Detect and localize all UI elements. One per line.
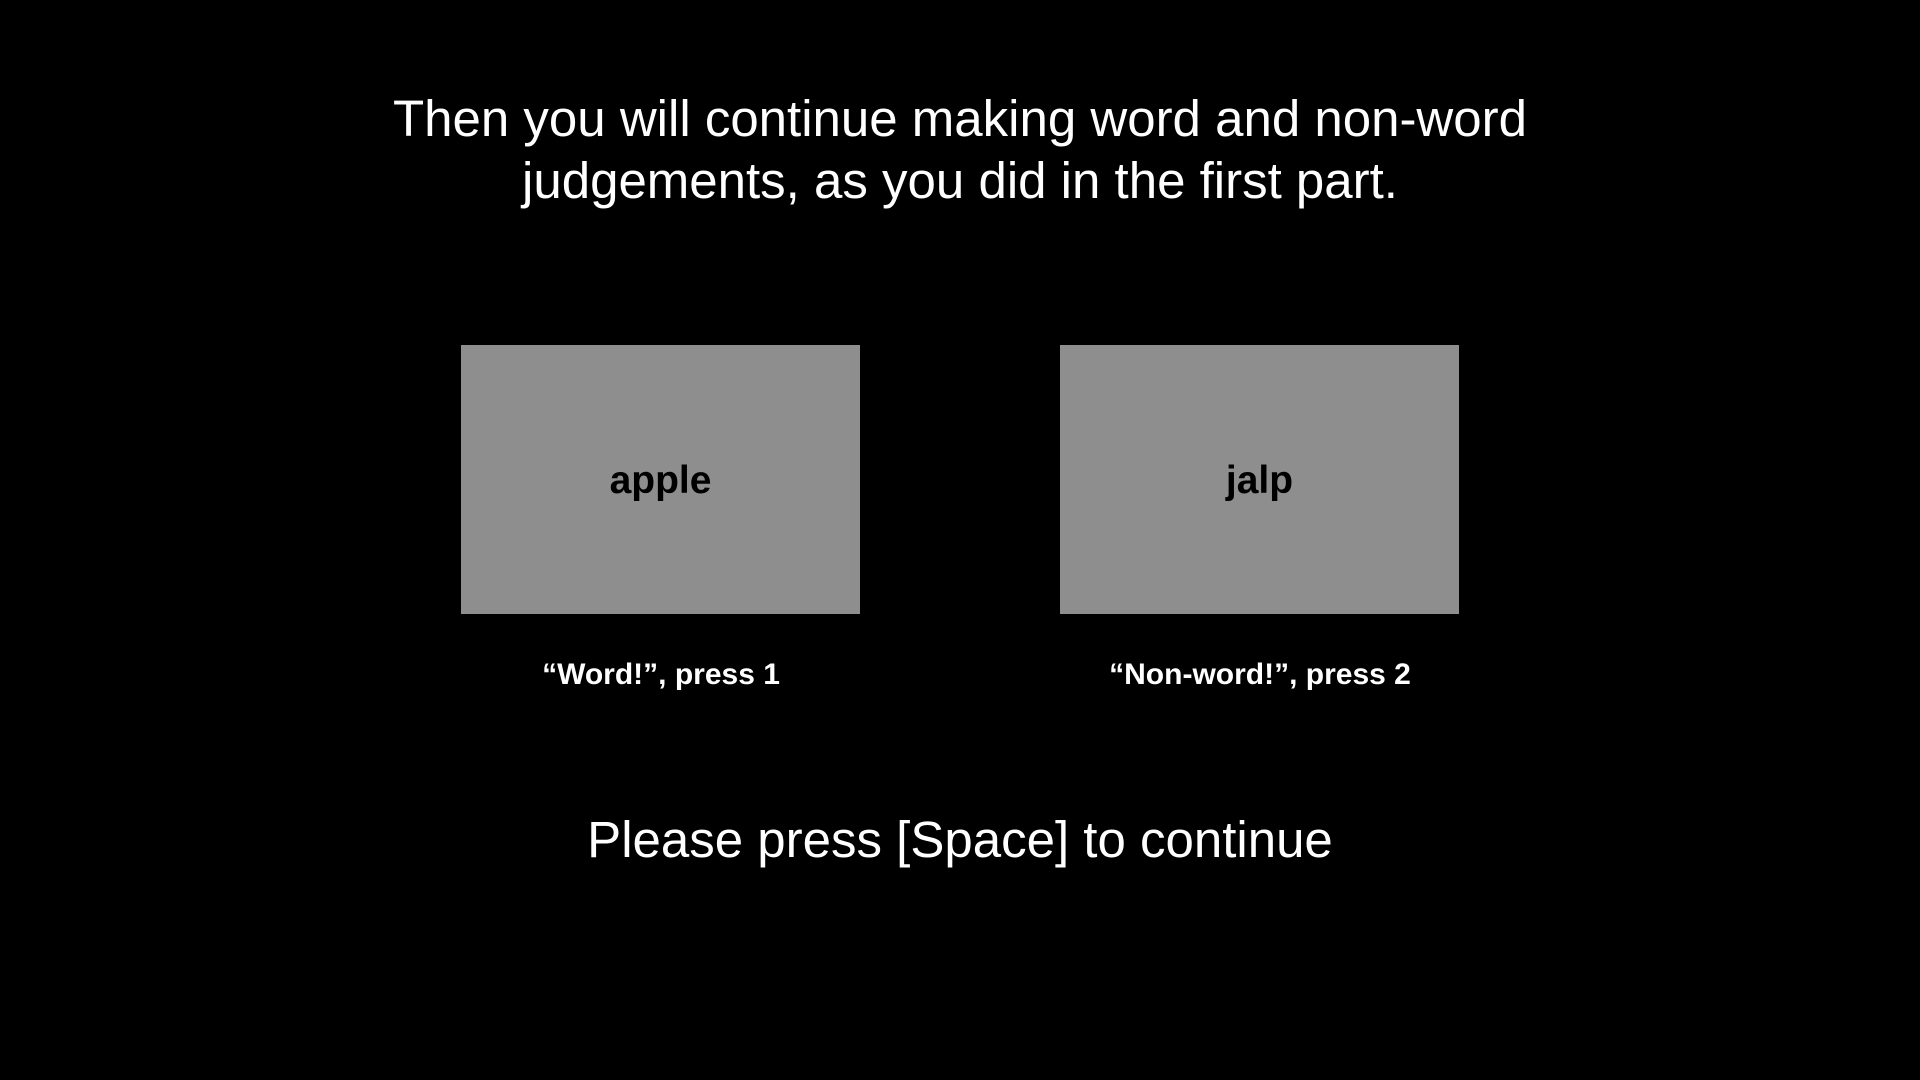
nonword-example-box: jalp	[1060, 345, 1459, 614]
instruction-text: Then you will continue making word and n…	[260, 88, 1660, 212]
instruction-screen: Then you will continue making word and n…	[0, 0, 1920, 1080]
word-response-label: “Word!”, press 1	[542, 658, 780, 691]
word-example-stimulus: apple	[609, 458, 712, 502]
word-example-box: apple	[461, 345, 860, 614]
continue-prompt: Please press [Space] to continue	[587, 811, 1333, 868]
instruction-line-2: judgements, as you did in the first part…	[522, 152, 1398, 209]
instruction-line-1: Then you will continue making word and n…	[393, 90, 1527, 147]
nonword-response-label: “Non-word!”, press 2	[1109, 658, 1411, 691]
nonword-example-stimulus: jalp	[1225, 458, 1294, 502]
